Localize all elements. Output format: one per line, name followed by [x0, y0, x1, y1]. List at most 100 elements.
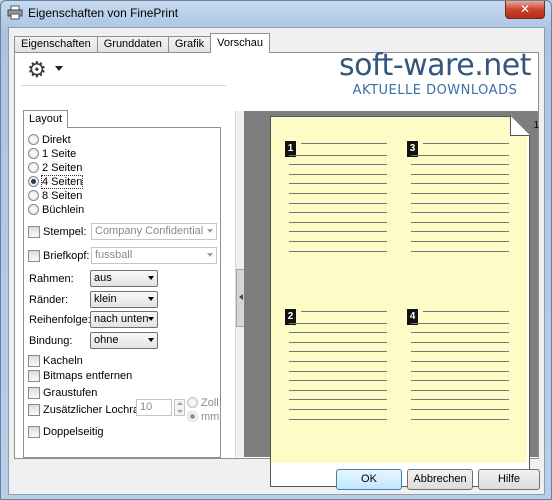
- radio-label: Direkt: [42, 133, 71, 146]
- radio-label: 8 Seiten: [42, 189, 83, 202]
- client-area: Eigenschaften Grunddaten Grafik Vorschau…: [8, 27, 545, 495]
- text-line: [411, 231, 509, 233]
- text-line: [411, 183, 509, 185]
- tab-grafik[interactable]: Grafik: [167, 36, 212, 53]
- stempel-value: Company Confidential: [95, 225, 204, 237]
- spin-down-icon[interactable]: [177, 410, 183, 413]
- kacheln-label: Kacheln: [43, 355, 83, 367]
- text-line: [411, 193, 509, 194]
- radio-circle[interactable]: [28, 148, 39, 159]
- lochrand-input[interactable]: 10: [136, 399, 172, 416]
- text-line: [411, 332, 509, 334]
- chevron-down-icon: [207, 229, 213, 233]
- raender-value: klein: [94, 293, 117, 305]
- checkbox-box[interactable]: [28, 226, 40, 238]
- text-line: [411, 418, 509, 420]
- radio-circle[interactable]: [187, 397, 198, 408]
- radio-mm[interactable]: mm: [187, 410, 219, 423]
- spin-up-icon[interactable]: [177, 402, 183, 405]
- chevron-down-icon: [207, 253, 213, 257]
- splitter[interactable]: [235, 111, 245, 457]
- cancel-button[interactable]: Abbrechen: [407, 469, 473, 490]
- page-fold: [510, 116, 530, 136]
- radio-circle[interactable]: [28, 162, 39, 173]
- text-line: [289, 370, 387, 372]
- reihenfolge-select[interactable]: nach unten: [90, 311, 158, 328]
- layout-panel: Direkt 1 Seite 2 Seiten 4 Seiten 8 Seite…: [23, 127, 221, 458]
- dialog-window: Eigenschaften von FinePrint ✕ Eigenschaf…: [0, 0, 552, 500]
- help-button[interactable]: Hilfe: [478, 469, 540, 490]
- bindung-value: ohne: [94, 334, 119, 346]
- text-line: [411, 351, 509, 353]
- text-line: [411, 164, 509, 166]
- checkbox-box[interactable]: [28, 404, 40, 416]
- chevron-down-icon: [148, 297, 154, 301]
- checkbox-box[interactable]: [28, 370, 40, 382]
- checkbox-box[interactable]: [28, 387, 40, 399]
- text-line: [289, 341, 387, 343]
- text-line: [411, 380, 509, 382]
- rahmen-value: aus: [94, 272, 112, 284]
- text-line: [411, 241, 509, 242]
- bitmaps-label: Bitmaps entfernen: [43, 370, 133, 382]
- radio-circle[interactable]: [28, 176, 39, 187]
- graustufen-label: Graustufen: [43, 387, 98, 399]
- radio-direkt[interactable]: Direkt: [28, 133, 71, 146]
- text-line: [289, 193, 387, 194]
- rahmen-select[interactable]: aus: [90, 270, 158, 287]
- text-line: [411, 399, 509, 401]
- radio-1-seite[interactable]: 1 Seite: [28, 147, 76, 160]
- tab-eigenschaften[interactable]: Eigenschaften: [14, 36, 98, 53]
- text-line: [301, 143, 387, 144]
- text-line: [289, 351, 387, 353]
- title-bar[interactable]: Eigenschaften von FinePrint ✕: [1, 1, 551, 27]
- graustufen-checkbox[interactable]: Graustufen: [28, 386, 97, 400]
- text-line: [289, 183, 387, 185]
- subpage-1: 1: [285, 141, 395, 261]
- gear-icon: ⚙: [27, 57, 47, 82]
- checkbox-box[interactable]: [28, 355, 40, 367]
- collapse-left-icon[interactable]: [239, 294, 243, 300]
- text-line: [301, 311, 387, 312]
- close-button[interactable]: ✕: [505, 1, 545, 19]
- reihenfolge-label: Reihenfolge:: [29, 314, 91, 326]
- lochrand-checkbox[interactable]: Zusätzlicher Lochrand: [28, 403, 151, 417]
- radio-circle[interactable]: [28, 204, 39, 215]
- raender-label: Ränder:: [29, 294, 69, 306]
- bitmaps-checkbox[interactable]: Bitmaps entfernen: [28, 369, 132, 383]
- reihenfolge-value: nach unten: [94, 313, 149, 325]
- text-line: [423, 311, 509, 312]
- text-line: [289, 380, 387, 382]
- stempel-checkbox[interactable]: Stempel:: [28, 225, 86, 239]
- stempel-select[interactable]: Company Confidential: [91, 223, 217, 240]
- checkbox-box[interactable]: [28, 426, 40, 438]
- chevron-down-icon: [148, 338, 154, 342]
- radio-circle[interactable]: [187, 411, 198, 422]
- radio-8-seiten[interactable]: 8 Seiten: [28, 189, 82, 202]
- tab-layout[interactable]: Layout: [23, 110, 69, 128]
- radio-buechlein[interactable]: Büchlein: [28, 203, 84, 216]
- kacheln-checkbox[interactable]: Kacheln: [28, 354, 83, 368]
- briefkopf-select[interactable]: fussball: [91, 247, 217, 264]
- radio-2-seiten[interactable]: 2 Seiten: [28, 161, 82, 174]
- printer-icon: [7, 5, 23, 20]
- radio-zoll[interactable]: Zoll: [187, 396, 219, 409]
- ok-button[interactable]: OK: [336, 469, 402, 490]
- radio-circle[interactable]: [28, 134, 39, 145]
- bindung-select[interactable]: ohne: [90, 332, 158, 349]
- text-line: [289, 389, 387, 391]
- briefkopf-checkbox[interactable]: Briefkopf:: [28, 249, 89, 263]
- text-line: [411, 322, 509, 324]
- tab-strip: Eigenschaften Grunddaten Grafik Vorschau: [14, 33, 271, 53]
- doppelseitig-checkbox[interactable]: Doppelseitig: [28, 425, 104, 439]
- tab-vorschau[interactable]: Vorschau: [210, 33, 271, 53]
- tab-grunddaten[interactable]: Grunddaten: [96, 36, 169, 53]
- text-line: [289, 399, 387, 401]
- checkbox-box[interactable]: [28, 250, 40, 262]
- raender-select[interactable]: klein: [90, 291, 158, 308]
- bindung-label: Bindung:: [29, 335, 73, 347]
- radio-circle[interactable]: [28, 190, 39, 201]
- lochrand-spinner[interactable]: [174, 399, 185, 416]
- radio-label: 1 Seite: [42, 147, 77, 160]
- radio-4-seiten[interactable]: 4 Seiten: [28, 174, 84, 189]
